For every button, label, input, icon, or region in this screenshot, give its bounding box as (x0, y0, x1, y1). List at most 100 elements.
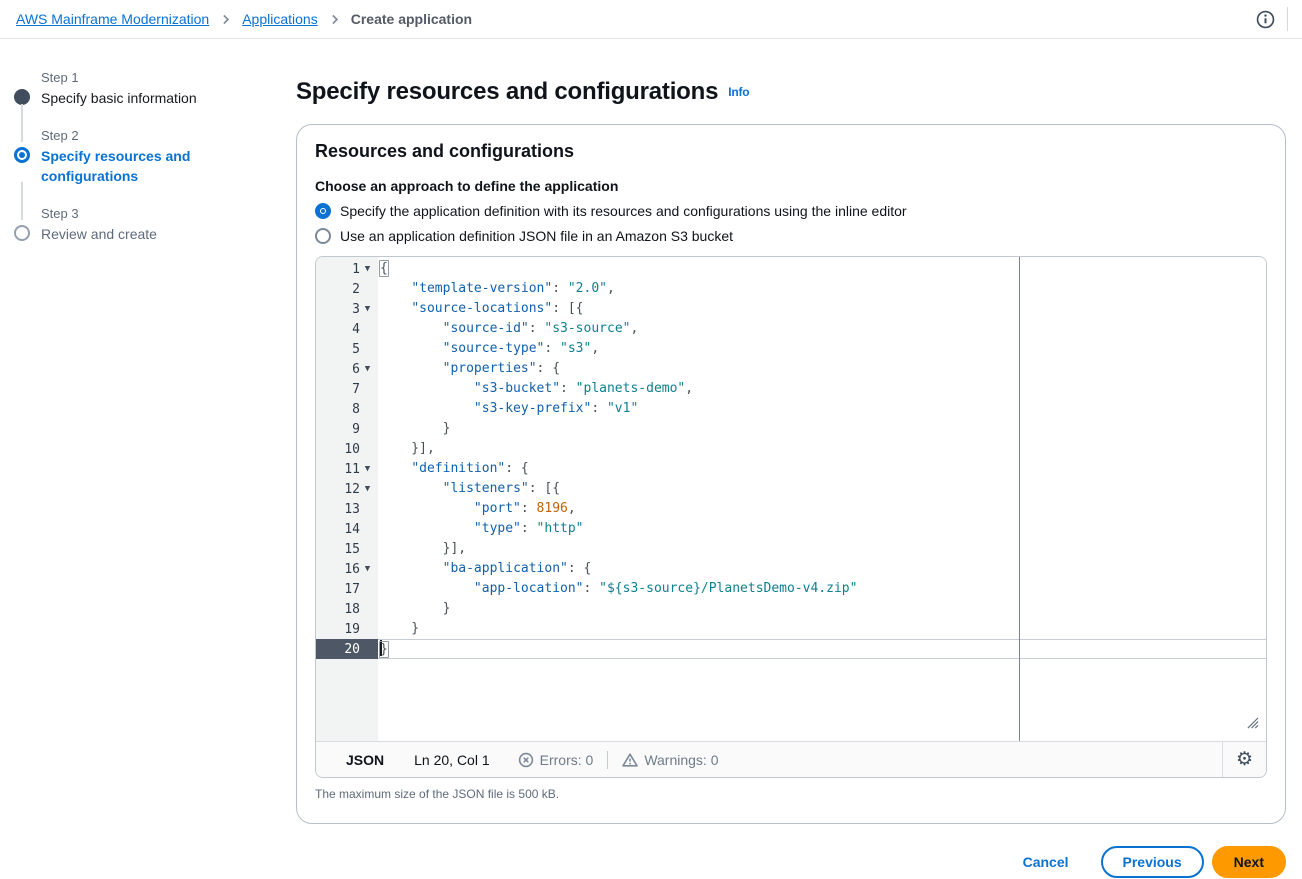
approach-label: Choose an approach to define the applica… (315, 178, 1267, 194)
wizard-step-3[interactable]: Step 3 Review and create (14, 206, 226, 244)
code-line-13[interactable]: "port": 8196, (378, 499, 1266, 519)
warnings-label: Warnings: 0 (644, 752, 718, 768)
editor-gutter: 1▼23▼456▼7891011▼12▼13141516▼17181920 (316, 257, 378, 741)
topbar-divider (1287, 7, 1288, 31)
gutter-line-13: 13 (316, 499, 378, 519)
gutter-line-14: 14 (316, 519, 378, 539)
editor-body[interactable]: 1▼23▼456▼7891011▼12▼13141516▼17181920 { … (316, 257, 1266, 741)
cursor-position-label: Ln 20, Col 1 (414, 752, 490, 768)
radio-unselected-icon[interactable] (315, 228, 331, 244)
code-line-2[interactable]: "template-version": "2.0", (378, 279, 1266, 299)
previous-button[interactable]: Previous (1101, 846, 1204, 878)
max-size-note: The maximum size of the JSON file is 500… (315, 787, 1267, 801)
fold-arrow-icon[interactable]: ▼ (360, 484, 375, 494)
editor-status-bar: JSON Ln 20, Col 1 Errors: 0 Warnings: 0 … (316, 741, 1266, 777)
topbar-tools (1256, 7, 1288, 31)
code-line-3[interactable]: "source-locations": [{ (378, 299, 1266, 319)
gutter-line-2: 2 (316, 279, 378, 299)
gutter-line-12: 12▼ (316, 479, 378, 499)
resize-handle-icon[interactable] (1246, 716, 1259, 733)
info-circle-icon[interactable] (1256, 10, 1275, 29)
radio-selected-icon[interactable] (315, 203, 331, 219)
breadcrumb: AWS Mainframe Modernization Applications… (16, 11, 472, 27)
breadcrumb-link-applications[interactable]: Applications (242, 11, 318, 27)
status-divider (607, 751, 608, 769)
gutter-line-11: 11▼ (316, 459, 378, 479)
gutter-line-20: 20 (316, 639, 378, 659)
fold-arrow-icon[interactable]: ▼ (360, 464, 375, 474)
step-upcoming-icon (14, 225, 30, 241)
step-title[interactable]: Review and create (41, 224, 226, 244)
chevron-right-icon (219, 13, 232, 26)
wizard-step-2[interactable]: Step 2 Specify resources and configurati… (14, 128, 226, 186)
code-line-6[interactable]: "properties": { (378, 359, 1266, 379)
next-button[interactable]: Next (1212, 846, 1286, 878)
code-line-9[interactable]: } (378, 419, 1266, 439)
step-completed-icon (14, 89, 30, 105)
code-line-1[interactable]: { (378, 259, 1266, 279)
errors-status: Errors: 0 (518, 752, 594, 768)
panel-title: Resources and configurations (315, 141, 1267, 162)
code-line-19[interactable]: } (378, 619, 1266, 639)
gutter-line-19: 19 (316, 619, 378, 639)
fold-arrow-icon[interactable]: ▼ (360, 264, 375, 274)
resources-panel: Resources and configurations Choose an a… (296, 124, 1286, 824)
code-line-15[interactable]: }], (378, 539, 1266, 559)
code-line-8[interactable]: "s3-key-prefix": "v1" (378, 399, 1266, 419)
errors-label: Errors: 0 (540, 752, 594, 768)
main-content: Specify resources and configurations Info… (296, 78, 1286, 878)
cancel-button[interactable]: Cancel (1023, 854, 1069, 870)
chevron-right-icon (328, 13, 341, 26)
editor-code[interactable]: { "template-version": "2.0", "source-loc… (378, 257, 1266, 741)
code-line-5[interactable]: "source-type": "s3", (378, 339, 1266, 359)
breadcrumb-link-service[interactable]: AWS Mainframe Modernization (16, 11, 209, 27)
fold-arrow-icon[interactable]: ▼ (360, 564, 375, 574)
step-number: Step 1 (41, 70, 226, 85)
fold-arrow-icon[interactable]: ▼ (360, 304, 375, 314)
wizard-step-1[interactable]: Step 1 Specify basic information (14, 70, 226, 108)
gutter-line-7: 7 (316, 379, 378, 399)
step-current-icon (14, 147, 30, 163)
gutter-line-9: 9 (316, 419, 378, 439)
code-line-7[interactable]: "s3-bucket": "planets-demo", (378, 379, 1266, 399)
wizard-steps-nav: Step 1 Specify basic information Step 2 … (14, 70, 226, 264)
step-title[interactable]: Specify resources and configurations (41, 146, 226, 186)
step-title[interactable]: Specify basic information (41, 88, 226, 108)
breadcrumb-bar: AWS Mainframe Modernization Applications… (0, 0, 1302, 39)
gutter-line-18: 18 (316, 599, 378, 619)
gutter-line-3: 3▼ (316, 299, 378, 319)
code-line-11[interactable]: "definition": { (378, 459, 1266, 479)
radio-option-inline-editor[interactable]: Specify the application definition with … (315, 203, 1267, 219)
code-line-20[interactable]: } (378, 639, 1266, 659)
error-circle-icon (518, 752, 534, 768)
code-line-16[interactable]: "ba-application": { (378, 559, 1266, 579)
code-line-18[interactable]: } (378, 599, 1266, 619)
gutter-line-16: 16▼ (316, 559, 378, 579)
breadcrumb-current: Create application (351, 11, 472, 27)
code-line-10[interactable]: }], (378, 439, 1266, 459)
info-link[interactable]: Info (728, 85, 749, 99)
page-title-text: Specify resources and configurations (296, 78, 718, 105)
language-label: JSON (346, 752, 384, 768)
step-number: Step 3 (41, 206, 226, 221)
code-editor: 1▼23▼456▼7891011▼12▼13141516▼17181920 { … (315, 256, 1267, 778)
code-line-4[interactable]: "source-id": "s3-source", (378, 319, 1266, 339)
page-title: Specify resources and configurations Info (296, 78, 1286, 106)
fold-arrow-icon[interactable]: ▼ (360, 364, 375, 374)
gutter-line-17: 17 (316, 579, 378, 599)
gutter-line-1: 1▼ (316, 259, 378, 279)
step-number: Step 2 (41, 128, 226, 143)
warning-triangle-icon (622, 752, 638, 768)
gutter-line-5: 5 (316, 339, 378, 359)
code-line-17[interactable]: "app-location": "${s3-source}/PlanetsDem… (378, 579, 1266, 599)
wizard-actions: Cancel Previous Next (296, 846, 1286, 878)
code-line-12[interactable]: "listeners": [{ (378, 479, 1266, 499)
gear-icon[interactable]: ⚙ (1222, 742, 1266, 777)
warnings-status: Warnings: 0 (622, 752, 718, 768)
radio-option-label: Specify the application definition with … (340, 203, 907, 219)
gutter-line-8: 8 (316, 399, 378, 419)
gutter-line-15: 15 (316, 539, 378, 559)
code-line-14[interactable]: "type": "http" (378, 519, 1266, 539)
radio-option-s3-json[interactable]: Use an application definition JSON file … (315, 228, 1267, 244)
radio-option-label: Use an application definition JSON file … (340, 228, 733, 244)
